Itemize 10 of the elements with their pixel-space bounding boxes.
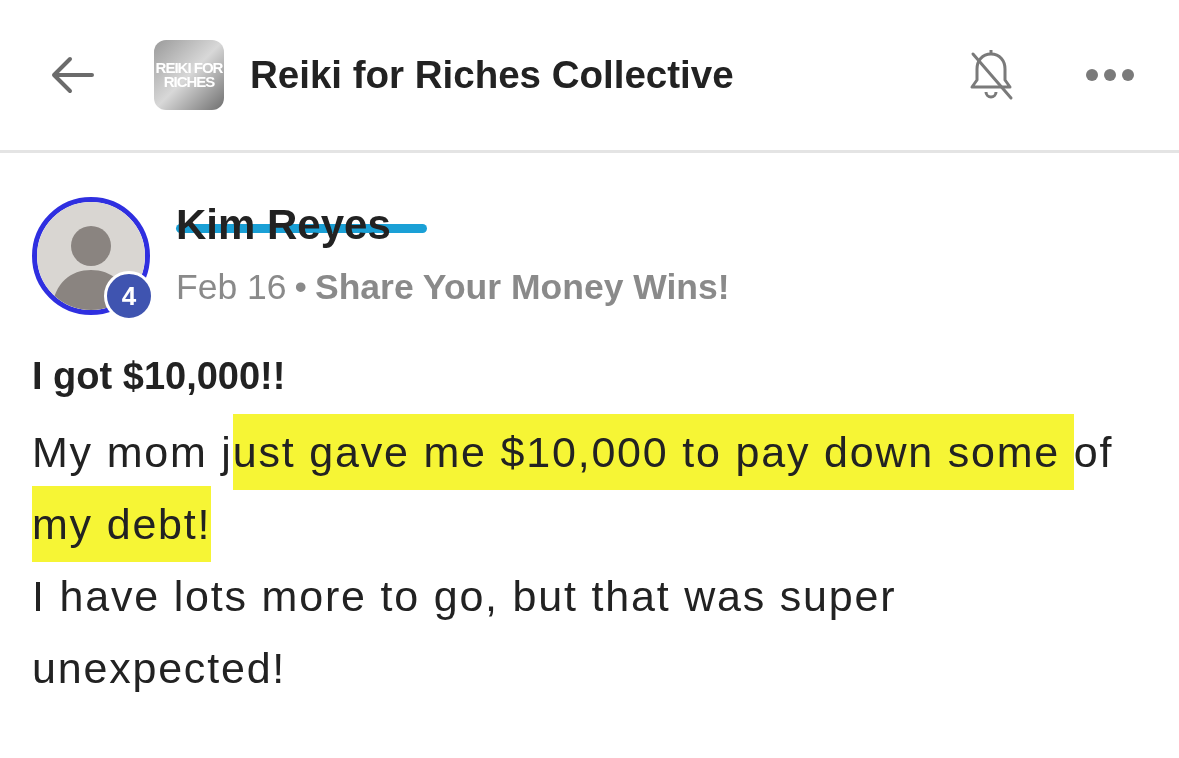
group-title: Reiki for Riches Collective [250, 53, 735, 97]
avatar[interactable] [32, 197, 150, 315]
separator-dot: • [294, 267, 307, 308]
post-title: I got $10,000!! [32, 355, 287, 398]
post-date: Feb 16 [176, 267, 287, 308]
more-icon[interactable] [1085, 68, 1135, 82]
post-text: I have lots more to go, but that was super unexpected! [32, 571, 898, 694]
level-badge: 4 [104, 271, 154, 321]
group-logo: REIKI FOR RICHES [154, 40, 224, 110]
post-text: My mom just gave me $10,000 to pay down some of my debt! [32, 416, 1147, 560]
